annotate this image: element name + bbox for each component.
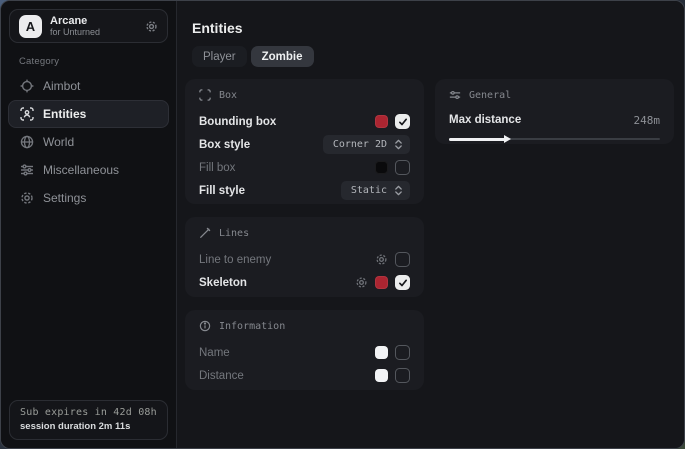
box-style-dropdown[interactable]: Corner 2D: [323, 135, 410, 154]
dropdown-value: Corner 2D: [333, 139, 387, 150]
setting-label: Bounding box: [199, 116, 276, 128]
lines-card: Lines Line to enemy Skeleton: [185, 217, 424, 297]
checkbox[interactable]: [395, 114, 410, 129]
sidebar-nav: Aimbot Entities World: [1, 72, 176, 212]
sliders-icon: [20, 163, 34, 177]
tab-player[interactable]: Player: [192, 46, 247, 67]
lines-card-header: Lines: [199, 227, 410, 239]
box-card: Box Bounding box Box style Cor: [185, 79, 424, 204]
setting-row-line-to-enemy: Line to enemy: [199, 248, 410, 271]
sidebar-item-aimbot[interactable]: Aimbot: [8, 72, 169, 100]
sidebar-item-settings[interactable]: Settings: [8, 184, 169, 212]
setting-row-name: Name: [199, 341, 410, 364]
slider-fill: [449, 138, 506, 141]
setting-row-bounding-box: Bounding box: [199, 110, 410, 133]
entity-tabs: Player Zombie: [192, 46, 314, 67]
information-card-header: Information: [199, 320, 410, 332]
max-distance-value: 248m: [634, 114, 661, 127]
checkbox[interactable]: [395, 252, 410, 267]
dropdown-value: Static: [351, 185, 387, 196]
brand-card: A Arcane for Unturned: [9, 9, 168, 43]
sidebar: A Arcane for Unturned Category Aimbot: [1, 1, 177, 448]
max-distance-slider[interactable]: [449, 134, 660, 144]
gear-icon[interactable]: [145, 20, 158, 33]
information-card: Information Name Distance: [185, 310, 424, 390]
box-card-header: Box: [199, 89, 410, 101]
sidebar-item-label: Settings: [43, 191, 86, 205]
sidebar-item-miscellaneous[interactable]: Miscellaneous: [8, 156, 169, 184]
setting-row-fill-style: Fill style Static: [199, 179, 410, 202]
color-swatch[interactable]: [375, 276, 388, 289]
session-duration-text: session duration 2m 11s: [20, 421, 157, 432]
setting-label: Name: [199, 347, 230, 359]
color-swatch[interactable]: [375, 115, 388, 128]
entities-icon: [20, 107, 34, 121]
left-column: Box Bounding box Box style Cor: [185, 79, 424, 403]
color-swatch[interactable]: [375, 161, 388, 174]
pencil-line-icon: [199, 227, 211, 239]
card-title: Lines: [219, 228, 249, 239]
setting-label: Fill box: [199, 162, 235, 174]
app-name: Arcane: [50, 15, 100, 28]
setting-label: Fill style: [199, 185, 245, 197]
gear-icon[interactable]: [355, 276, 368, 289]
color-swatch[interactable]: [375, 346, 388, 359]
setting-row-distance: Distance: [199, 364, 410, 387]
app-window: A Arcane for Unturned Category Aimbot: [0, 0, 685, 449]
setting-label: Box style: [199, 139, 250, 151]
card-title: Box: [219, 90, 237, 101]
bounding-box-icon: [199, 89, 211, 101]
checkbox[interactable]: [395, 345, 410, 360]
right-column: General Max distance 248m: [435, 79, 674, 157]
sub-expiry-text: Sub expires in 42d 08h: [20, 407, 157, 418]
setting-row-fill-box: Fill box: [199, 156, 410, 179]
chevrons-up-down-icon: [394, 139, 403, 150]
checkbox[interactable]: [395, 275, 410, 290]
info-icon: [199, 320, 211, 332]
crosshair-icon: [20, 79, 34, 93]
card-title: Information: [219, 321, 285, 332]
setting-label: Distance: [199, 370, 244, 382]
category-label: Category: [19, 56, 59, 67]
card-title: General: [469, 90, 511, 101]
setting-label: Line to enemy: [199, 254, 271, 266]
sidebar-item-label: Aimbot: [43, 79, 80, 93]
page-title: Entities: [192, 20, 243, 36]
sidebar-item-label: Entities: [43, 107, 86, 121]
tab-zombie[interactable]: Zombie: [251, 46, 314, 67]
brand-text: Arcane for Unturned: [50, 15, 100, 38]
chevrons-up-down-icon: [394, 185, 403, 196]
setting-row-box-style: Box style Corner 2D: [199, 133, 410, 156]
main-content: Entities Player Zombie Box Bounding box: [177, 1, 684, 448]
setting-label: Skeleton: [199, 277, 247, 289]
fill-style-dropdown[interactable]: Static: [341, 181, 410, 200]
sidebar-item-label: World: [43, 135, 74, 149]
checkbox[interactable]: [395, 368, 410, 383]
color-swatch[interactable]: [375, 369, 388, 382]
checkbox[interactable]: [395, 160, 410, 175]
subscription-card: Sub expires in 42d 08h session duration …: [9, 400, 168, 440]
sidebar-item-entities[interactable]: Entities: [8, 100, 169, 128]
sidebar-item-world[interactable]: World: [8, 128, 169, 156]
sidebar-item-label: Miscellaneous: [43, 163, 119, 177]
app-subtitle: for Unturned: [50, 27, 100, 37]
general-card: General Max distance 248m: [435, 79, 674, 144]
sliders-icon: [449, 89, 461, 101]
gear-icon: [20, 191, 34, 205]
globe-icon: [20, 135, 34, 149]
setting-label: Max distance: [449, 114, 521, 126]
slider-thumb[interactable]: [504, 135, 511, 143]
app-logo: A: [19, 15, 42, 38]
setting-row-skeleton: Skeleton: [199, 271, 410, 294]
gear-icon[interactable]: [375, 253, 388, 266]
setting-row-max-distance: Max distance 248m: [449, 110, 660, 130]
general-card-header: General: [449, 89, 660, 101]
